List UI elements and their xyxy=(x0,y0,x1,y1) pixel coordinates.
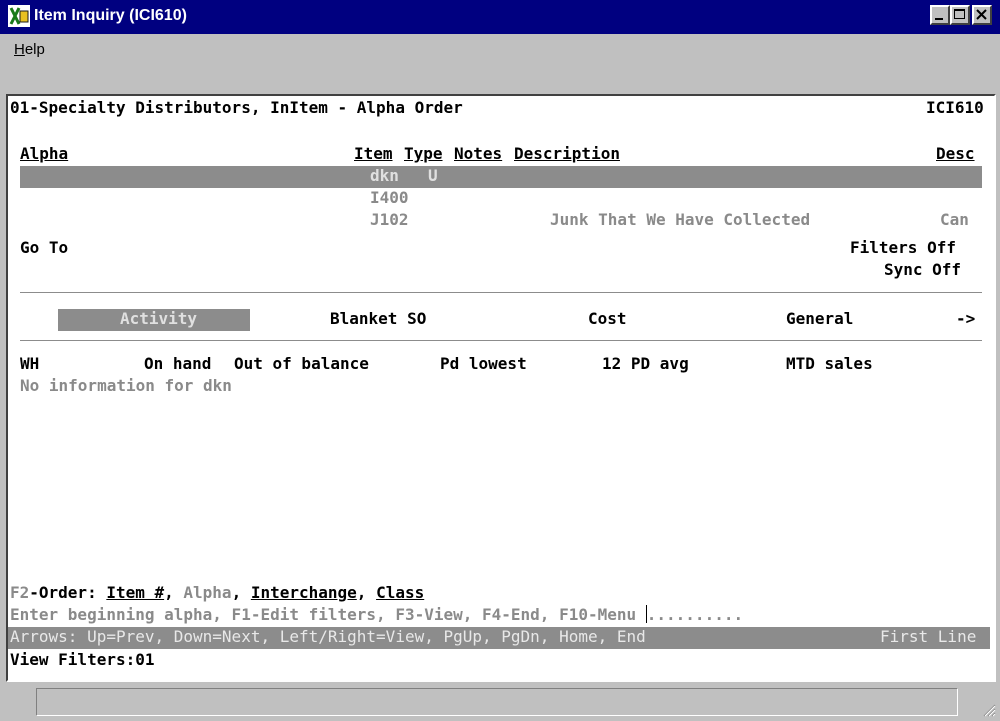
prompt-line: Enter beginning alpha, F1-Edit filters, … xyxy=(10,604,743,626)
order-sep-3: , xyxy=(356,583,377,602)
alpha-input[interactable]: .......... xyxy=(647,605,743,624)
order-interchange[interactable]: Interchange xyxy=(251,583,357,602)
activity-empty-message: No information for dkn xyxy=(20,376,232,395)
tabs-more-arrow[interactable]: -> xyxy=(956,308,975,330)
tabs-bottom-rule xyxy=(20,340,982,341)
row-3-desc: Can xyxy=(940,210,969,229)
tab-activity[interactable]: Activity xyxy=(120,308,197,330)
maximize-button[interactable] xyxy=(950,5,970,25)
activity-col-wh: WH xyxy=(20,354,40,373)
row-3-description: Junk That We Have Collected xyxy=(550,210,811,229)
col-notes: Notes xyxy=(454,144,503,163)
window-title: Item Inquiry (ICI610) xyxy=(34,7,187,24)
close-icon xyxy=(976,9,987,20)
status-panel xyxy=(36,688,958,716)
sync-status: Sync Off xyxy=(884,260,962,279)
prompt-text: Enter beginning alpha, F1-Edit filters, … xyxy=(10,605,646,624)
minimize-button[interactable] xyxy=(930,5,950,25)
activity-col-mtdsales: MTD sales xyxy=(786,354,873,373)
order-item[interactable]: Item # xyxy=(106,583,164,602)
row-1-item[interactable]: dkn xyxy=(370,165,399,187)
menu-help-label: elp xyxy=(24,41,45,58)
filters-status: Filters Off xyxy=(850,238,956,257)
title-bar: Item Inquiry (ICI610) xyxy=(0,0,1000,34)
minimize-icon xyxy=(935,18,943,20)
arrows-help: Arrows: Up=Prev, Down=Next, Left/Right=V… xyxy=(10,627,646,646)
order-prefix-f2: F2 xyxy=(10,583,30,602)
col-description: Description xyxy=(514,144,620,163)
goto-label: Go To xyxy=(20,238,69,257)
tabs-top-rule xyxy=(20,292,982,293)
row-3-item[interactable]: J102 xyxy=(370,209,409,231)
order-sep-1: , xyxy=(164,583,184,602)
order-alpha[interactable]: Alpha xyxy=(183,583,231,602)
menu-help-mnemonic: H xyxy=(14,41,25,58)
position-indicator: First Line xyxy=(880,627,977,646)
maximize-icon xyxy=(954,9,965,19)
col-alpha: Alpha xyxy=(20,144,69,163)
order-line: F2-Order: Item #, Alpha, Interchange, Cl… xyxy=(10,582,424,604)
col-desc: Desc xyxy=(936,144,975,163)
company-header: 01-Specialty Distributors, InItem - Alph… xyxy=(10,98,463,117)
activity-col-12pdavg: 12 PD avg xyxy=(602,354,689,373)
activity-col-pdlowest: Pd lowest xyxy=(440,354,527,373)
row-1-type: U xyxy=(428,166,438,185)
activity-col-onhand: On hand xyxy=(144,354,212,373)
selected-row-highlight xyxy=(20,166,982,188)
resize-grip-icon[interactable] xyxy=(982,703,996,717)
activity-col-outofbalance: Out of balance xyxy=(234,354,369,373)
row-2-item[interactable]: I400 xyxy=(370,187,409,209)
tab-blanket-so[interactable]: Blanket SO xyxy=(330,308,426,330)
status-bar xyxy=(0,682,1000,721)
menu-bar: Help xyxy=(0,34,1000,62)
order-class[interactable]: Class xyxy=(376,583,424,602)
tab-general[interactable]: General xyxy=(786,308,853,330)
tab-cost[interactable]: Cost xyxy=(588,308,627,330)
menu-help[interactable]: Help xyxy=(14,41,45,58)
order-sep-2: , xyxy=(231,583,251,602)
app-icon xyxy=(8,5,30,27)
terminal-screen: 01-Specialty Distributors, InItem - Alph… xyxy=(6,94,996,682)
close-button[interactable] xyxy=(972,5,992,25)
col-item: Item xyxy=(354,144,393,163)
col-type: Type xyxy=(404,144,443,163)
order-prefix-rest: -Order: xyxy=(29,583,107,602)
view-filters: View Filters:01 xyxy=(10,650,155,669)
program-id: ICI610 xyxy=(926,98,984,117)
